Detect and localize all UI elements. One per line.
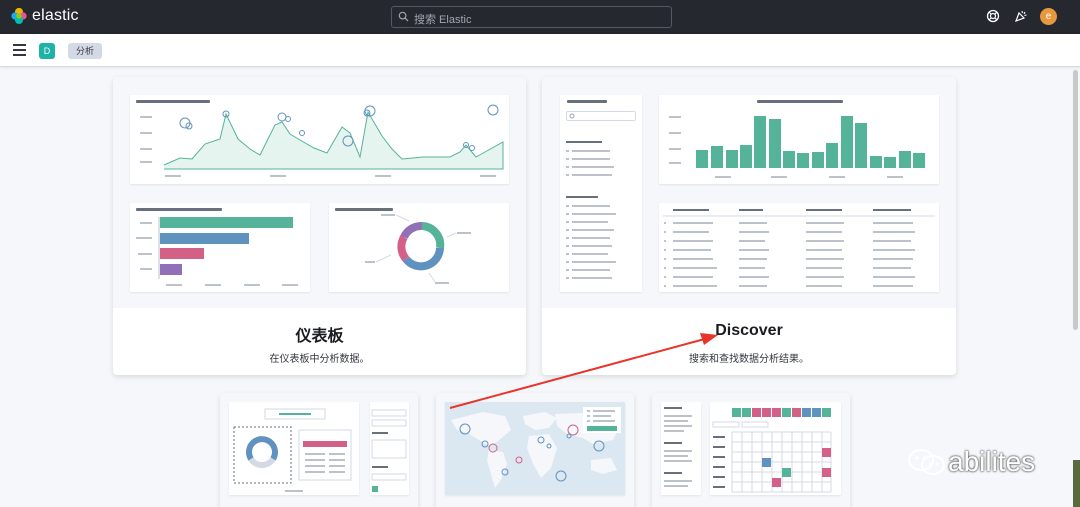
scrollbar[interactable] xyxy=(1073,70,1078,330)
side-edge-bar xyxy=(1073,460,1080,507)
wechat-icon xyxy=(908,449,945,475)
watermark: abilites xyxy=(906,446,1035,478)
watermark-text: abilites xyxy=(948,446,1036,477)
annotation-arrow-icon xyxy=(449,333,718,409)
